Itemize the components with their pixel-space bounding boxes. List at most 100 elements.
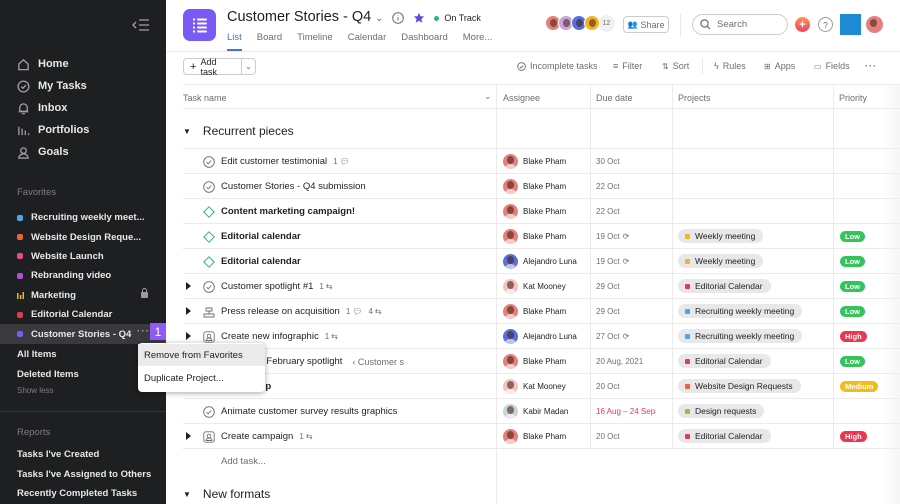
rules-button[interactable]: ϟ Rules [714, 61, 746, 71]
status-indicator[interactable]: On Track [434, 13, 481, 23]
task-name[interactable]: Customer Stories - Q4 submission [221, 181, 366, 192]
assignee-cell[interactable]: Alejandro Luna [503, 254, 577, 269]
column-assignee[interactable]: Assignee [503, 93, 540, 103]
all-items-link[interactable]: All Items [17, 345, 79, 365]
parent-task-breadcrumb[interactable]: ‹ Customer s [352, 357, 404, 367]
report-link[interactable]: Recently Completed Tasks [17, 484, 151, 504]
star-icon[interactable] [413, 12, 425, 24]
assignee-cell[interactable]: Blake Pham [503, 154, 566, 169]
chevron-down-icon[interactable]: ⌄ [375, 13, 383, 24]
priority-badge[interactable]: High [840, 331, 867, 342]
task-name[interactable]: Editorial calendar [221, 256, 301, 267]
favorite-item[interactable]: Recruiting weekly meet... [17, 208, 166, 227]
due-date-cell[interactable]: 29 Oct [596, 307, 620, 316]
due-date-cell[interactable]: 20 Oct [596, 382, 620, 391]
task-name[interactable]: Press release on acquisition 1 💬︎ 4 ⇆ [221, 306, 382, 317]
due-date-cell[interactable]: 20 Aug, 2021 [596, 357, 643, 366]
due-date-cell[interactable]: 16 Aug – 24 Sep [596, 407, 655, 416]
assignee-cell[interactable]: Kabir Madan [503, 404, 568, 419]
workspace-logo[interactable] [840, 14, 861, 35]
show-less-link[interactable]: Show less [17, 386, 79, 395]
favorite-item[interactable]: Website Launch [17, 247, 166, 266]
user-avatar[interactable] [866, 16, 883, 33]
expand-subtasks-icon[interactable] [186, 282, 191, 290]
task-name[interactable]: Editorial calendar [221, 231, 301, 242]
due-date-cell[interactable]: 22 Oct [596, 207, 620, 216]
table-row[interactable]: Customer spotlight #1 1 ⇆ Kat Mooney 29 Oct E… [183, 274, 900, 299]
incomplete-tasks-filter[interactable]: Incomplete tasks [517, 61, 598, 71]
project-tag[interactable]: Recruiting weekly meeting [678, 304, 803, 318]
task-name[interactable]: Content marketing campaign! [221, 206, 355, 217]
check-circle-icon[interactable] [203, 180, 215, 193]
assignee-cell[interactable]: Kat Mooney [503, 279, 566, 294]
priority-badge[interactable]: Medium [840, 381, 879, 392]
info-icon[interactable] [392, 12, 405, 24]
favorite-item[interactable]: Editorial Calendar [17, 305, 166, 324]
assignee-cell[interactable]: Blake Pham [503, 204, 566, 219]
nav-goals[interactable]: Goals [17, 141, 89, 163]
assignee-cell[interactable]: Blake Pham [503, 429, 566, 444]
priority-badge[interactable]: Low [840, 356, 865, 367]
nav-inbox[interactable]: Inbox [17, 97, 89, 119]
table-row[interactable]: Create campaign 1 ⇆ Blake Pham 20 Oct Editori… [183, 424, 900, 449]
tab-calendar[interactable]: Calendar [348, 32, 387, 48]
project-tag[interactable]: Editorial Calendar [678, 354, 771, 368]
project-members[interactable]: 12 [545, 15, 615, 32]
expand-subtasks-icon[interactable] [186, 432, 191, 440]
table-row[interactable]: Content marketing campaign! Blake Pham 22 … [183, 199, 900, 224]
column-priority[interactable]: Priority [839, 93, 867, 103]
check-circle-icon[interactable] [203, 155, 215, 168]
nav-portfolios[interactable]: Portfolios [17, 119, 89, 141]
remove-from-favorites-item[interactable]: Remove from Favorites [138, 344, 265, 366]
priority-badge[interactable]: High [840, 431, 867, 442]
tab-board[interactable]: Board [257, 32, 282, 48]
expand-subtasks-icon[interactable] [186, 307, 191, 315]
favorite-item[interactable]: Rebranding video [17, 266, 166, 285]
add-task-main[interactable]: + Add task [184, 57, 242, 77]
project-tag[interactable]: Design requests [678, 404, 765, 418]
assignee-cell[interactable]: Kat Mooney [503, 379, 566, 394]
due-date-cell[interactable]: 30 Oct [596, 157, 620, 166]
favorite-item-active[interactable]: Customer Stories - Q4 ··· [0, 324, 166, 344]
priority-badge[interactable]: Low [840, 256, 865, 267]
due-date-cell[interactable]: 27 Oct ⟳ [596, 332, 629, 341]
tab-more[interactable]: More... [463, 32, 493, 48]
column-task-name[interactable]: Task name [183, 93, 227, 103]
project-tag[interactable]: Editorial Calendar [678, 429, 771, 443]
table-row[interactable]: Editorial calendar Alejandro Luna 19 Oct ⟳ W… [183, 249, 900, 274]
table-row[interactable]: Editorial calendar Blake Pham 19 Oct ⟳ Weekl… [183, 224, 900, 249]
project-tag[interactable]: Weekly meeting [678, 254, 764, 268]
tab-list[interactable]: List [227, 32, 242, 51]
tab-dashboard[interactable]: Dashboard [401, 32, 447, 48]
due-date-cell[interactable]: 22 Oct [596, 182, 620, 191]
task-name[interactable]: Create campaign 1 ⇆ [221, 431, 313, 442]
task-name[interactable]: Edit customer testimonial 1 💬︎ [221, 156, 350, 167]
project-tag[interactable]: Website Design Requests [678, 379, 801, 393]
expand-subtasks-icon[interactable] [186, 332, 191, 340]
column-projects[interactable]: Projects [678, 93, 711, 103]
approval-icon[interactable] [203, 305, 215, 318]
apps-button[interactable]: ⊞ Apps [764, 61, 795, 71]
due-date-cell[interactable]: 29 Oct [596, 282, 620, 291]
table-row[interactable]: re roundupKat Mooney20 OctWebsite Design… [183, 374, 900, 399]
project-tag[interactable]: Weekly meeting [678, 229, 764, 243]
check-circle-icon[interactable] [203, 405, 215, 418]
project-tag[interactable]: Recruiting weekly meeting [678, 329, 803, 343]
table-row[interactable]: Press release on acquisition 1 💬︎ 4 ⇆ Blake P… [183, 299, 900, 324]
due-date-cell[interactable]: 20 Oct [596, 432, 620, 441]
project-tag[interactable]: Editorial Calendar [678, 279, 771, 293]
chevron-down-icon[interactable]: ⌄ [484, 91, 492, 102]
tab-timeline[interactable]: Timeline [297, 32, 333, 48]
help-icon[interactable]: ? [818, 17, 833, 32]
table-row[interactable]: Create new infographic 1 ⇆ Alejandro Luna 27… [183, 324, 900, 349]
due-date-cell[interactable]: 19 Oct ⟳ [596, 257, 629, 266]
assignee-cell[interactable]: Blake Pham [503, 354, 566, 369]
table-row[interactable]: Animate customer survey results graphics… [183, 399, 900, 424]
more-options-icon[interactable]: ··· [137, 326, 150, 337]
duplicate-project-item[interactable]: Duplicate Project... [138, 367, 265, 389]
favorite-item[interactable]: Website Design Reque... [17, 227, 166, 246]
meeting-icon[interactable] [203, 330, 215, 343]
priority-badge[interactable]: Low [840, 306, 865, 317]
deleted-items-link[interactable]: Deleted Items [17, 365, 79, 385]
collapse-triangle-icon[interactable]: ▼ [183, 127, 191, 136]
